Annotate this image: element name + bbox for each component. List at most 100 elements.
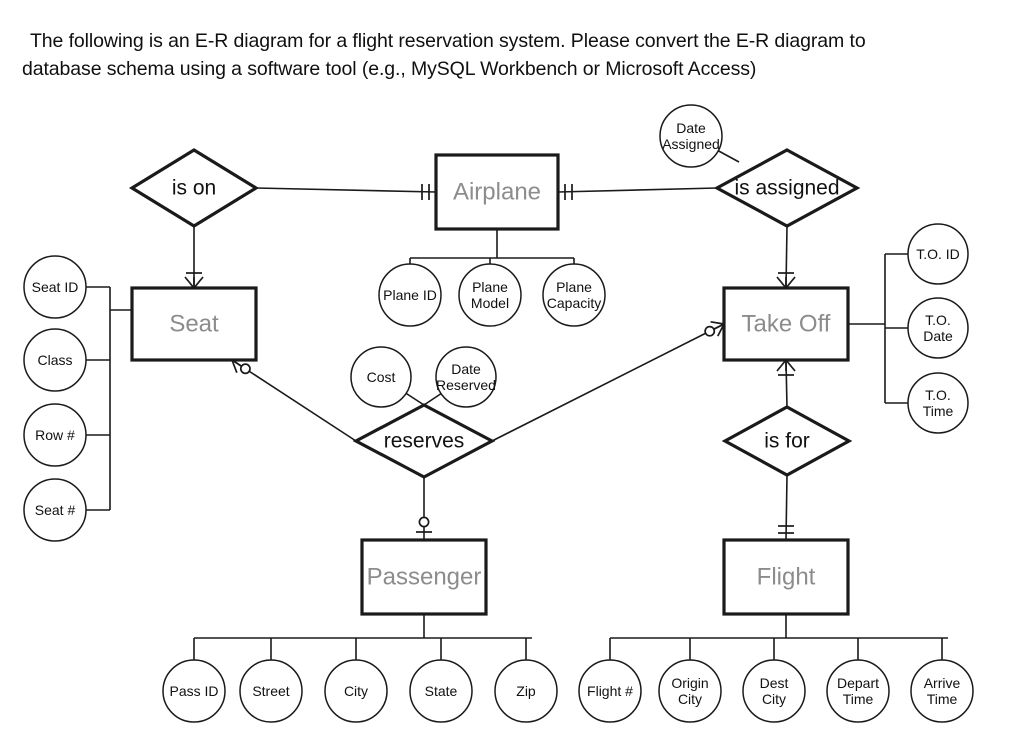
entity-label-seat: Seat	[169, 310, 219, 337]
attribute-label-city: City	[344, 683, 368, 699]
attribute-label-line: Date	[676, 120, 706, 136]
attribute-label-plane-id: Plane ID	[383, 287, 437, 303]
attribute-label-to-date: T.O. Date	[923, 312, 953, 344]
attribute-label-seat-num: Seat #	[35, 502, 76, 518]
er-diagram: Seat ID Class Row # Seat # Plane ID Plane Mode…	[23, 104, 974, 723]
attribute-label-line: Street	[252, 683, 289, 699]
attribute-label-line: Origin	[671, 675, 708, 691]
relationship-is-on[interactable]: is on	[128, 148, 260, 228]
attribute-flight-num[interactable]: Flight #	[578, 659, 642, 723]
attribute-label-line: City	[344, 683, 368, 699]
attribute-label-line: Reserved	[436, 377, 496, 393]
attribute-label-line: Cost	[367, 369, 396, 385]
attribute-label-line: Pass ID	[169, 683, 218, 699]
attr-link-date-assigned	[717, 150, 740, 163]
attribute-pass-id[interactable]: Pass ID	[162, 659, 226, 723]
attribute-label-line: Time	[927, 691, 958, 707]
attribute-label-flight-num: Flight #	[587, 683, 633, 699]
attribute-plane-capacity[interactable]: Plane Capacity	[542, 263, 606, 327]
entity-label-airplane: Airplane	[453, 178, 541, 205]
card-takeoff-corner-optional-circle	[704, 325, 716, 337]
attribute-depart-time[interactable]: Depart Time	[826, 659, 890, 723]
attribute-label-line: Seat #	[35, 502, 76, 518]
card-passenger-top-optional-circle	[418, 516, 430, 528]
attribute-date-reserved[interactable]: Date Reserved	[435, 346, 497, 408]
relationship-is-for[interactable]: is for	[721, 405, 853, 477]
card-seat-top-crowsfoot	[193, 276, 204, 289]
link-seat-reserves	[231, 359, 357, 442]
attribute-label-line: City	[678, 691, 702, 707]
attribute-label-line: T.O.	[925, 312, 951, 328]
attribute-label-pass-id: Pass ID	[169, 683, 218, 699]
attribute-label-line: City	[762, 691, 786, 707]
attribute-label-line: T.O. ID	[916, 246, 960, 262]
relationship-label-is-on: is on	[172, 177, 216, 200]
card-takeoff-bottom-crowsfoot	[776, 359, 787, 372]
attribute-label-line: Depart	[837, 675, 879, 691]
card-takeoff-corner-crowsfoot	[710, 320, 725, 325]
entity-airplane[interactable]: Airplane	[434, 153, 560, 231]
entity-seat[interactable]: Seat	[130, 286, 258, 362]
attribute-label-line: Plane	[472, 279, 508, 295]
entity-passenger[interactable]: Passenger	[360, 538, 488, 616]
card-seat-corner-crowsfoot	[231, 358, 246, 361]
attribute-label-to-id: T.O. ID	[916, 246, 960, 262]
attribute-label-zip: Zip	[516, 683, 536, 699]
attribute-label-line: State	[425, 683, 458, 699]
attribute-label-line: Dest	[760, 675, 789, 691]
entity-label-flight: Flight	[757, 563, 816, 590]
card-takeoff-top-crowsfoot	[776, 276, 787, 289]
attribute-label-line: Arrive	[924, 675, 961, 691]
attribute-seat-id[interactable]: Seat ID	[23, 255, 87, 319]
attribute-label-line: Row #	[35, 427, 75, 443]
attribute-label-line: Time	[923, 403, 954, 419]
attribute-label-row-num: Row #	[35, 427, 75, 443]
attribute-label-line: Time	[843, 691, 874, 707]
relationship-label-is-assigned: is assigned	[734, 177, 839, 200]
attribute-plane-id[interactable]: Plane ID	[378, 263, 442, 327]
relationship-label-is-for: is for	[764, 430, 810, 453]
attribute-label-line: Date	[451, 361, 481, 377]
link-reserves-takeoff	[491, 323, 725, 442]
link-is-on-airplane	[255, 187, 437, 193]
attribute-label-depart-time: Depart Time	[837, 675, 879, 707]
attribute-label-state: State	[425, 683, 458, 699]
attribute-label-line: Date	[923, 328, 953, 344]
attribute-row-num[interactable]: Row #	[23, 403, 87, 467]
attribute-label-plane-model: Plane Model	[471, 279, 509, 311]
link-is-for-flight	[785, 474, 788, 541]
attribute-label-line: Plane	[556, 279, 592, 295]
attribute-zip[interactable]: Zip	[494, 659, 558, 723]
attribute-origin-city[interactable]: Origin City	[658, 659, 722, 723]
attribute-label-to-time: T.O. Time	[923, 387, 954, 419]
relationship-label-reserves: reserves	[384, 430, 465, 453]
entity-flight[interactable]: Flight	[722, 538, 850, 616]
attribute-to-id[interactable]: T.O. ID	[907, 223, 969, 285]
attribute-label-line: T.O.	[925, 387, 951, 403]
attribute-state[interactable]: State	[409, 659, 473, 723]
attr-link-cost	[405, 392, 425, 406]
attribute-dest-city[interactable]: Dest City	[742, 659, 806, 723]
card-takeoff-top-crowsfoot	[785, 276, 796, 289]
attribute-to-date[interactable]: T.O. Date	[907, 297, 969, 359]
attribute-label-line: Capacity	[547, 295, 601, 311]
attribute-plane-model[interactable]: Plane Model	[458, 263, 522, 327]
attribute-seat-num[interactable]: Seat #	[23, 478, 87, 542]
attribute-class[interactable]: Class	[23, 328, 87, 392]
attribute-label-line: Flight #	[587, 683, 633, 699]
attribute-label-street: Street	[252, 683, 289, 699]
attribute-label-arrive-time: Arrive Time	[924, 675, 961, 707]
card-seat-corner-optional-circle	[239, 363, 251, 375]
attribute-street[interactable]: Street	[239, 659, 303, 723]
attribute-label-seat-id: Seat ID	[32, 279, 79, 295]
attribute-arrive-time[interactable]: Arrive Time	[910, 659, 974, 723]
attribute-to-time[interactable]: T.O. Time	[907, 372, 969, 434]
attribute-city[interactable]: City	[324, 659, 388, 723]
attribute-label-line: Seat ID	[32, 279, 79, 295]
attribute-label-class: Class	[37, 352, 72, 368]
attribute-cost[interactable]: Cost	[350, 346, 412, 408]
entity-takeoff[interactable]: Take Off	[722, 286, 850, 362]
relationship-reserves[interactable]: reserves	[352, 403, 496, 479]
attribute-date-assigned[interactable]: Date Assigned	[659, 104, 723, 168]
attribute-label-cost: Cost	[367, 369, 396, 385]
